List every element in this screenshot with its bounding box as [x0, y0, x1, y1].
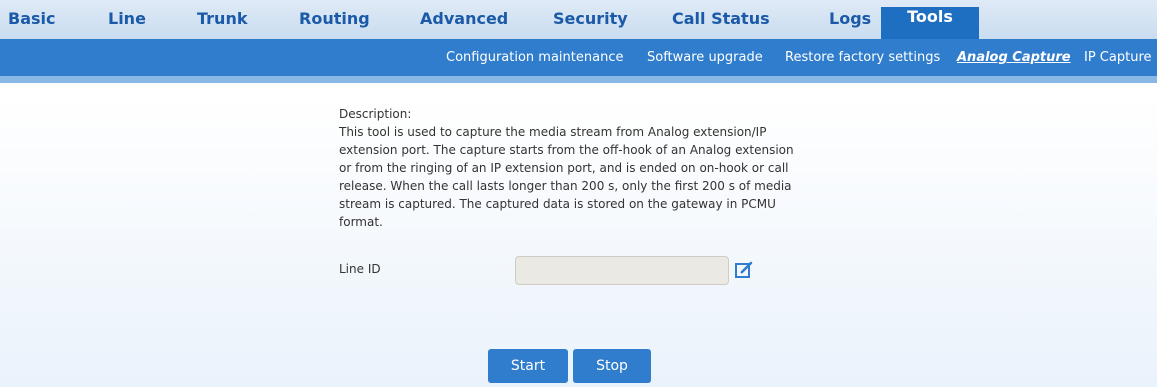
- subnav-software-upgrade[interactable]: Software upgrade: [647, 39, 763, 76]
- description-text: This tool is used to capture the media s…: [339, 125, 794, 229]
- stop-button[interactable]: Stop: [573, 349, 651, 383]
- subnav-ip-capture[interactable]: IP Capture: [1084, 39, 1152, 76]
- line-id-label: Line ID: [339, 262, 381, 276]
- subnav-analog-capture[interactable]: Analog Capture: [957, 39, 1071, 76]
- start-button[interactable]: Start: [488, 349, 568, 383]
- edit-icon[interactable]: [734, 260, 754, 280]
- subnav-configuration-maintenance[interactable]: Configuration maintenance: [446, 39, 623, 76]
- top-navigation: Basic Line Trunk Routing Advanced Securi…: [0, 0, 1157, 39]
- line-id-input[interactable]: [515, 256, 729, 285]
- tab-tools[interactable]: Tools: [881, 7, 979, 39]
- sub-navigation: Configuration maintenance Software upgra…: [0, 39, 1157, 83]
- subnav-restore-factory-settings[interactable]: Restore factory settings: [785, 39, 940, 76]
- description-block: Description: This tool is used to captur…: [339, 105, 809, 231]
- description-title: Description:: [339, 107, 412, 121]
